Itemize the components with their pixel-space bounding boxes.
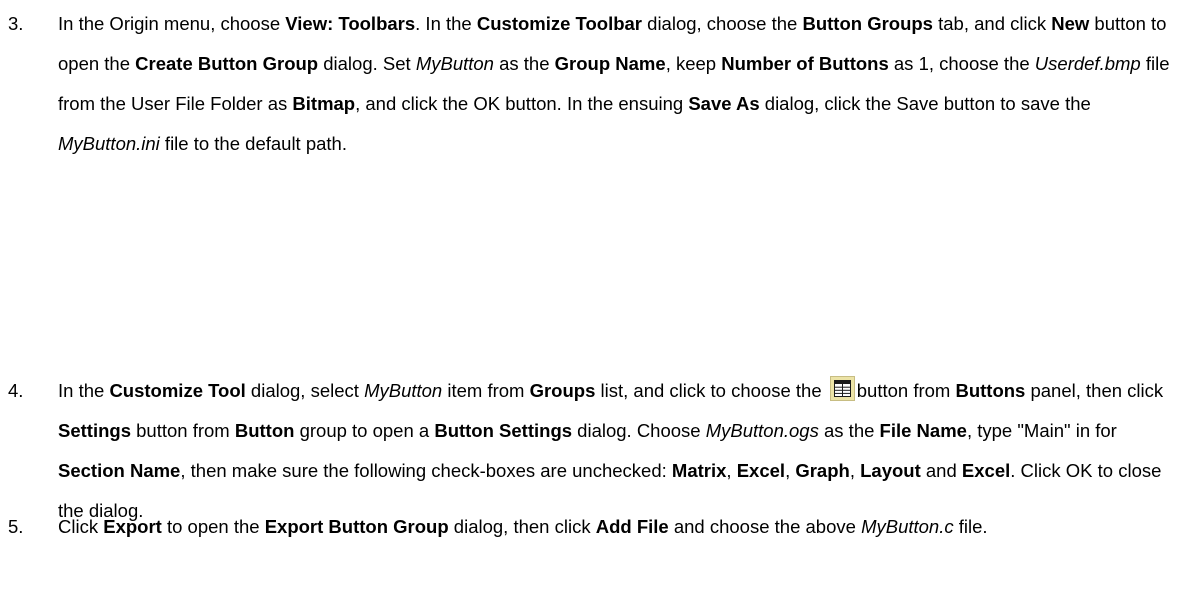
button-grid-icon (829, 376, 855, 401)
text-run: panel, then click (1025, 380, 1164, 401)
bold-term: Export Button Group (264, 516, 449, 537)
bold-term: Bitmap (292, 93, 356, 114)
text-run: , (849, 460, 861, 481)
bold-term: Customize Toolbar (476, 13, 643, 34)
text-run: group to open a (294, 420, 435, 441)
bold-term: Button (234, 420, 295, 441)
bold-term: Layout (860, 460, 921, 481)
text-run: dialog, then click (448, 516, 596, 537)
text-run: as the (493, 53, 555, 74)
text-run: , (785, 460, 796, 481)
text-run: dialog, click the Save button to save th… (759, 93, 1091, 114)
bold-term: Create Button Group (135, 53, 319, 74)
italic-term: MyButton (364, 380, 443, 401)
text-run: Click (58, 516, 104, 537)
bold-term: Number of Buttons (721, 53, 889, 74)
text-run: file to the default path. (159, 133, 347, 154)
text-run: . In the (415, 13, 477, 34)
bold-term: Graph (795, 460, 850, 481)
bold-term: Button Groups (802, 13, 933, 34)
bold-term: Groups (529, 380, 596, 401)
bold-term: Excel (961, 460, 1011, 481)
italic-term: MyButton.ogs (705, 420, 819, 441)
italic-term: MyButton.ini (58, 133, 160, 154)
text-run: tab, and click (932, 13, 1052, 34)
text-run: and (920, 460, 962, 481)
text-run: In the (58, 380, 110, 401)
text-run: , type "Main" in for (966, 420, 1117, 441)
bold-term: Settings (58, 420, 131, 441)
text-run: , keep (665, 53, 722, 74)
bold-term: Excel (736, 460, 786, 481)
bold-term: Buttons (955, 380, 1026, 401)
bold-term: Customize Tool (109, 380, 246, 401)
text-run: dialog, select (245, 380, 365, 401)
step-number: 4. (8, 380, 24, 401)
text-run: as 1, choose the (888, 53, 1035, 74)
bold-term: New (1051, 13, 1090, 34)
step-text: In the Origin menu, choose View: Toolbar… (58, 4, 1173, 164)
text-run: and choose the above (668, 516, 862, 537)
italic-term: Userdef.bmp (1034, 53, 1141, 74)
bold-term: Section Name (58, 460, 181, 481)
text-run: In the Origin menu, choose (58, 13, 286, 34)
bold-term: Button Settings (434, 420, 573, 441)
text-run: dialog. Choose (572, 420, 706, 441)
text-run: , (726, 460, 737, 481)
bold-term: Save As (688, 93, 760, 114)
bold-term: Group Name (554, 53, 666, 74)
text-run: item from (442, 380, 530, 401)
text-run: dialog. Set (318, 53, 416, 74)
bold-term: Matrix (671, 460, 727, 481)
text-run: , and click the OK button. In the ensuin… (355, 93, 689, 114)
bold-term: Export (103, 516, 162, 537)
italic-term: MyButton (415, 53, 494, 74)
text-run: , then make sure the following check-box… (180, 460, 672, 481)
text-run: to open the (161, 516, 265, 537)
bold-term: View: Toolbars (285, 13, 416, 34)
bold-term: Add File (595, 516, 669, 537)
text-run: as the (818, 420, 880, 441)
bold-term: File Name (879, 420, 967, 441)
text-run: button from (130, 420, 235, 441)
text-run: dialog, choose the (642, 13, 803, 34)
step-number: 3. (8, 13, 24, 34)
step-number: 5. (8, 516, 24, 537)
text-run: list, and click to choose the (595, 380, 827, 401)
text-run: file. (953, 516, 988, 537)
instructions-document: 3. In the Origin menu, choose View: Tool… (0, 0, 1184, 609)
step-text: Click Export to open the Export Button G… (58, 507, 1173, 547)
italic-term: MyButton.c (861, 516, 954, 537)
text-run: button from (856, 380, 956, 401)
